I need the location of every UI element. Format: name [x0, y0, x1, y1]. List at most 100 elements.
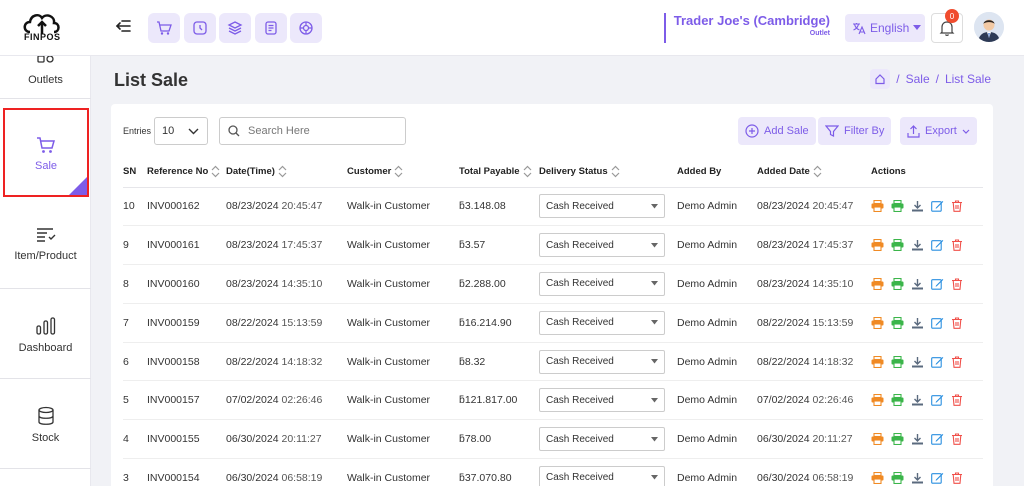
cell-date-day: 08/22/2024 [226, 316, 279, 329]
cell-added-by: Demo Admin [677, 419, 757, 460]
delete-icon[interactable] [951, 200, 963, 213]
breadcrumb-home[interactable] [870, 69, 891, 89]
store-selector[interactable]: Trader Joe's (Cambridge) Outlet [663, 13, 830, 43]
collapse-sidebar-button[interactable] [114, 17, 132, 35]
download-icon[interactable] [911, 472, 924, 484]
sidebar-item-outlets[interactable]: Outlets [0, 56, 91, 86]
edit-icon[interactable] [931, 356, 944, 368]
download-icon[interactable] [911, 433, 924, 445]
print-receipt-icon[interactable] [891, 394, 904, 407]
column-header[interactable]: Added Date [757, 157, 871, 188]
quick-pos-button[interactable] [148, 13, 180, 43]
finpos-logo[interactable] [20, 8, 66, 48]
download-icon[interactable] [911, 356, 924, 368]
cart-icon [157, 21, 172, 35]
column-header-label: Date(Time) [226, 166, 275, 178]
delivery-status-select[interactable]: Cash Received [539, 271, 665, 296]
download-icon[interactable] [911, 200, 924, 212]
notifications-button[interactable]: 0 [931, 9, 963, 43]
entries-select[interactable]: 10 [154, 117, 208, 145]
column-header[interactable]: Customer [347, 157, 459, 188]
breadcrumb-sale[interactable]: Sale [906, 72, 930, 86]
cell-customer: Walk-in Customer [347, 458, 459, 486]
print-icon[interactable] [871, 200, 884, 213]
print-icon[interactable] [871, 316, 884, 329]
download-icon[interactable] [911, 278, 924, 290]
delete-icon[interactable] [951, 239, 963, 252]
sidebar-item-stock[interactable]: Stock [0, 406, 91, 444]
delivery-status-select[interactable]: Cash Received [539, 427, 665, 452]
column-header[interactable]: Date(Time) [226, 157, 347, 188]
delete-icon[interactable] [951, 433, 963, 446]
delete-icon[interactable] [951, 394, 963, 407]
store-type: Outlet [809, 30, 830, 37]
language-dropdown[interactable]: English [845, 14, 925, 42]
delivery-status-select[interactable]: Cash Received [539, 233, 665, 258]
print-receipt-icon[interactable] [891, 277, 904, 290]
user-avatar[interactable] [974, 12, 1004, 42]
column-header[interactable]: Total Payable [459, 157, 539, 188]
quick-support-button[interactable] [290, 13, 322, 43]
download-icon[interactable] [911, 394, 924, 406]
quick-layers-button[interactable] [219, 13, 251, 43]
delete-icon[interactable] [951, 356, 963, 368]
delivery-status-select[interactable]: Cash Received [539, 465, 665, 486]
column-header-label: Actions [871, 166, 906, 178]
edit-icon[interactable] [931, 278, 944, 290]
filter-by-button[interactable]: Filter By [818, 117, 892, 145]
search-input[interactable]: Search Here [219, 117, 406, 145]
delete-icon[interactable] [951, 317, 963, 329]
print-icon[interactable] [871, 433, 884, 446]
sidebar-item-product[interactable]: Item/Product [0, 226, 91, 262]
delivery-status-value: Cash Received [546, 356, 614, 368]
delete-icon[interactable] [951, 472, 963, 484]
cell-reference: INV000162 [147, 187, 226, 227]
print-receipt-icon[interactable] [891, 200, 904, 213]
cell-sn: 10 [123, 187, 147, 227]
cell-added-time: 02:26:46 [812, 394, 854, 407]
add-sale-button[interactable]: Add Sale [738, 117, 816, 145]
print-receipt-icon[interactable] [891, 471, 904, 484]
delivery-status-select[interactable]: Cash Received [539, 310, 665, 335]
delivery-status-select[interactable]: Cash Received [539, 194, 665, 219]
edit-icon[interactable] [931, 200, 944, 213]
cell-actions [871, 380, 983, 421]
sidebar-item-dashboard[interactable]: Dashboard [0, 316, 91, 354]
print-receipt-icon[interactable] [891, 239, 904, 252]
cell-date-time: 20:11:27 [281, 433, 322, 446]
column-header[interactable]: Delivery Status [539, 157, 677, 188]
cell-total: ƃ3.57 [459, 225, 539, 266]
quick-invoice-button[interactable] [255, 13, 287, 43]
print-icon[interactable] [871, 239, 884, 252]
cell-added-date: 08/22/2024 14:18:32 [757, 342, 871, 382]
cell-added-by: Demo Admin [677, 264, 757, 304]
print-icon[interactable] [871, 355, 884, 368]
edit-icon[interactable] [931, 239, 944, 251]
print-icon[interactable] [871, 471, 884, 484]
print-receipt-icon[interactable] [891, 355, 904, 368]
column-header[interactable]: Reference No [147, 157, 226, 188]
download-icon[interactable] [911, 317, 924, 329]
edit-icon[interactable] [931, 317, 944, 329]
delivery-status-select[interactable]: Cash Received [539, 349, 665, 374]
column-header-label: SN [123, 166, 137, 178]
edit-icon[interactable] [931, 433, 944, 445]
plus-circle-icon [745, 124, 759, 138]
print-icon[interactable] [871, 394, 884, 407]
export-button[interactable]: Export [900, 117, 977, 145]
download-icon[interactable] [911, 239, 924, 251]
edit-icon[interactable] [931, 472, 944, 484]
delete-icon[interactable] [951, 278, 963, 290]
translate-icon [853, 23, 866, 35]
cell-added-date: 08/23/2024 14:35:10 [757, 264, 871, 304]
print-icon[interactable] [871, 277, 884, 290]
cell-date-time: 02:26:46 [281, 394, 323, 407]
delivery-status-select[interactable]: Cash Received [539, 388, 665, 413]
sidebar-item-sale[interactable]: Sale [3, 108, 89, 197]
print-receipt-icon[interactable] [891, 433, 904, 446]
quick-attendance-button[interactable] [184, 13, 216, 43]
cell-actions [871, 187, 983, 227]
print-receipt-icon[interactable] [891, 316, 904, 329]
cell-added-time: 14:18:32 [812, 355, 854, 368]
edit-icon[interactable] [931, 394, 944, 407]
